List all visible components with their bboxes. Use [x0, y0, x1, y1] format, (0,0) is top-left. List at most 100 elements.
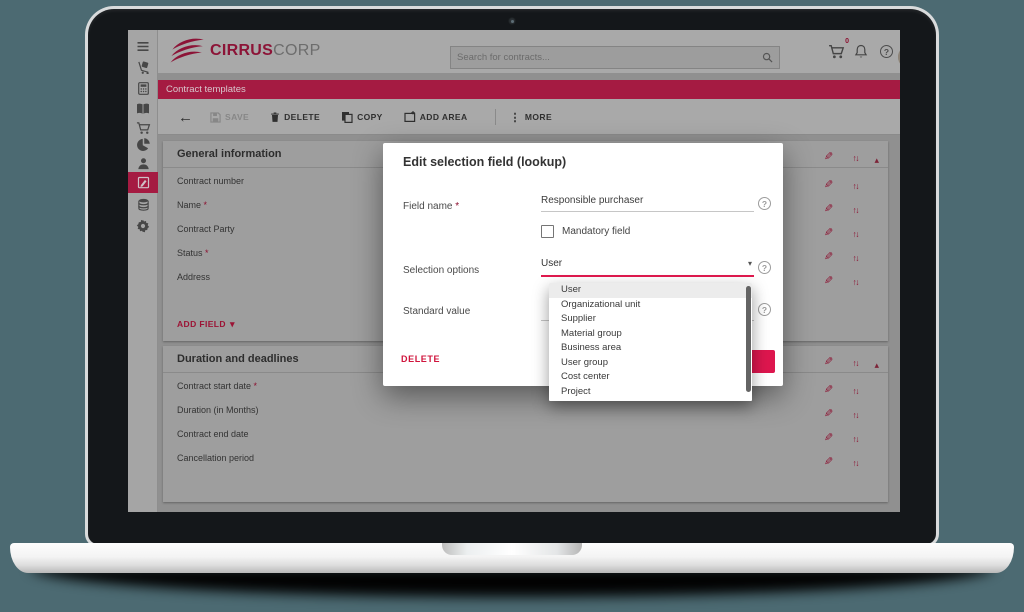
- logo-text-secondary: CORP: [273, 42, 320, 59]
- sidebar: [128, 30, 158, 512]
- collapse-caret-up-icon[interactable]: ▴: [874, 355, 879, 373]
- delete-button[interactable]: DELETE: [270, 111, 320, 123]
- edit-pencil-icon[interactable]: ✎: [824, 223, 833, 241]
- sort-icon[interactable]: ↑↓: [853, 272, 859, 290]
- help-icon[interactable]: ?: [758, 303, 771, 316]
- search-icon[interactable]: [762, 52, 773, 63]
- dropdown-option[interactable]: Material group: [549, 327, 752, 342]
- page-title-bar: Contract templates: [158, 80, 900, 99]
- avatar[interactable]: [898, 46, 900, 68]
- sort-icon[interactable]: ↑↓: [853, 429, 859, 447]
- selection-options-select[interactable]: User ▾: [541, 258, 754, 277]
- delete-button[interactable]: DELETE: [401, 354, 440, 364]
- edit-pencil-icon[interactable]: ✎: [824, 271, 833, 289]
- logo-text-primary: CIRRUS: [210, 42, 273, 59]
- required-marker: *: [203, 248, 209, 258]
- standard-value-label: Standard value: [403, 306, 470, 317]
- sort-icon[interactable]: ↑↓: [853, 381, 859, 399]
- field-label: Name *: [177, 193, 207, 217]
- save-button[interactable]: SAVE: [210, 112, 249, 123]
- field-name-input[interactable]: Responsible purchaser: [541, 195, 754, 212]
- laptop-lid-notch: [442, 543, 582, 555]
- dropdown-option[interactable]: PSP element: [549, 399, 752, 401]
- edit-pencil-icon[interactable]: ✎: [824, 175, 833, 193]
- cart-badge: 0: [845, 38, 849, 45]
- edit-pencil-icon[interactable]: ✎: [824, 199, 833, 217]
- help-icon[interactable]: ?: [758, 261, 771, 274]
- dropdown-option[interactable]: Organizational unit: [549, 298, 752, 313]
- more-button[interactable]: ⋮MORE: [510, 111, 553, 124]
- dropdown-scrollbar[interactable]: [746, 286, 751, 392]
- sort-icon[interactable]: ↑↓: [853, 176, 859, 194]
- sort-icon[interactable]: ↑↓: [853, 200, 859, 218]
- selection-options-label: Selection options: [403, 265, 479, 276]
- save-icon: [210, 112, 221, 123]
- search-input[interactable]: [451, 52, 762, 63]
- edit-pencil-icon[interactable]: ✎: [824, 380, 833, 398]
- toolbar-button-label: SAVE: [225, 112, 249, 122]
- add-area-button[interactable]: ADD AREA: [404, 111, 468, 123]
- more-icon: ⋮: [510, 111, 521, 124]
- sort-icon[interactable]: ↑↓: [853, 405, 859, 423]
- edit-pencil-icon[interactable]: ✎: [824, 428, 833, 446]
- chevron-down-icon: ▾: [748, 259, 752, 268]
- dropdown-options: UserOrganizational unitSupplierMaterial …: [549, 283, 752, 401]
- edit-pencil-icon[interactable]: ✎: [824, 352, 833, 370]
- section-title: General information: [177, 141, 282, 168]
- sidebar-item calculator-icon[interactable]: [128, 78, 158, 99]
- required-marker: *: [455, 201, 459, 212]
- sort-icon[interactable]: ↑↓: [853, 453, 859, 471]
- logo-swoosh-icon: [170, 38, 206, 64]
- section-title: Duration and deadlines: [177, 346, 299, 373]
- dropdown-option[interactable]: Project: [549, 385, 752, 400]
- sidebar-item settings-icon[interactable]: [128, 215, 158, 236]
- field-label: Status *: [177, 241, 209, 265]
- sidebar-item book-icon[interactable]: [128, 98, 158, 119]
- logo[interactable]: CIRRUSCORP: [170, 38, 321, 64]
- toolbar-button-label: COPY: [357, 112, 383, 122]
- dropdown-option[interactable]: User group: [549, 356, 752, 371]
- sidebar-item piechart-icon[interactable]: [128, 134, 158, 155]
- dropdown-option[interactable]: Business area: [549, 341, 752, 356]
- add-field-button[interactable]: ADD FIELD▾: [177, 319, 235, 330]
- sidebar-item menu-icon[interactable]: [128, 36, 158, 57]
- edit-pencil-icon[interactable]: ✎: [824, 147, 833, 165]
- back-button[interactable]: ←: [178, 109, 202, 126]
- cart-icon[interactable]: 0: [828, 44, 845, 59]
- field-row: Duration (in Months) ✎ ↑↓: [163, 398, 888, 422]
- add-field-label: ADD FIELD: [177, 319, 226, 329]
- sidebar-item database-icon[interactable]: [128, 194, 158, 215]
- help-icon[interactable]: ?: [758, 197, 771, 210]
- trash-icon: [270, 111, 280, 123]
- dropdown-option[interactable]: Supplier: [549, 312, 752, 327]
- edit-pencil-icon[interactable]: ✎: [824, 452, 833, 470]
- required-marker: *: [251, 381, 257, 391]
- sort-icon[interactable]: ↑↓: [853, 148, 859, 166]
- edit-pencil-icon[interactable]: ✎: [824, 404, 833, 422]
- laptop-mockup: CIRRUSCORP 0 ? Contract templa: [0, 0, 1024, 612]
- webcam-icon: [508, 17, 516, 25]
- toolbar-button-label: ADD AREA: [420, 112, 468, 122]
- dropdown-option[interactable]: User: [549, 283, 752, 298]
- search-box[interactable]: [450, 46, 780, 69]
- sidebar-item handtruck-icon[interactable]: [128, 57, 158, 78]
- mandatory-checkbox[interactable]: [541, 225, 554, 238]
- mandatory-checkbox-label: Mandatory field: [562, 226, 630, 237]
- sort-icon[interactable]: ↑↓: [853, 353, 859, 371]
- toolbar-items: SAVE DELETE COPY ADD AREA ⋮MORE: [210, 109, 573, 125]
- sort-icon[interactable]: ↑↓: [853, 224, 859, 242]
- sidebar-item edit-document-icon[interactable]: [128, 172, 158, 193]
- page-title: Contract templates: [166, 84, 246, 95]
- field-row: Contract end date✎↑↓: [163, 422, 888, 446]
- collapse-caret-up-icon[interactable]: ▴: [874, 150, 879, 168]
- sort-icon[interactable]: ↑↓: [853, 248, 859, 266]
- help-icon[interactable]: ?: [880, 45, 893, 58]
- dropdown-option[interactable]: Cost center: [549, 370, 752, 385]
- field-label: Address: [177, 265, 210, 289]
- bell-icon[interactable]: [854, 44, 868, 59]
- sidebar-item user-icon[interactable]: [128, 153, 158, 174]
- field-label: Contract start date *: [177, 374, 257, 398]
- field-label: Duration (in Months): [177, 398, 259, 422]
- edit-pencil-icon[interactable]: ✎: [824, 247, 833, 265]
- copy-button[interactable]: COPY: [341, 111, 383, 123]
